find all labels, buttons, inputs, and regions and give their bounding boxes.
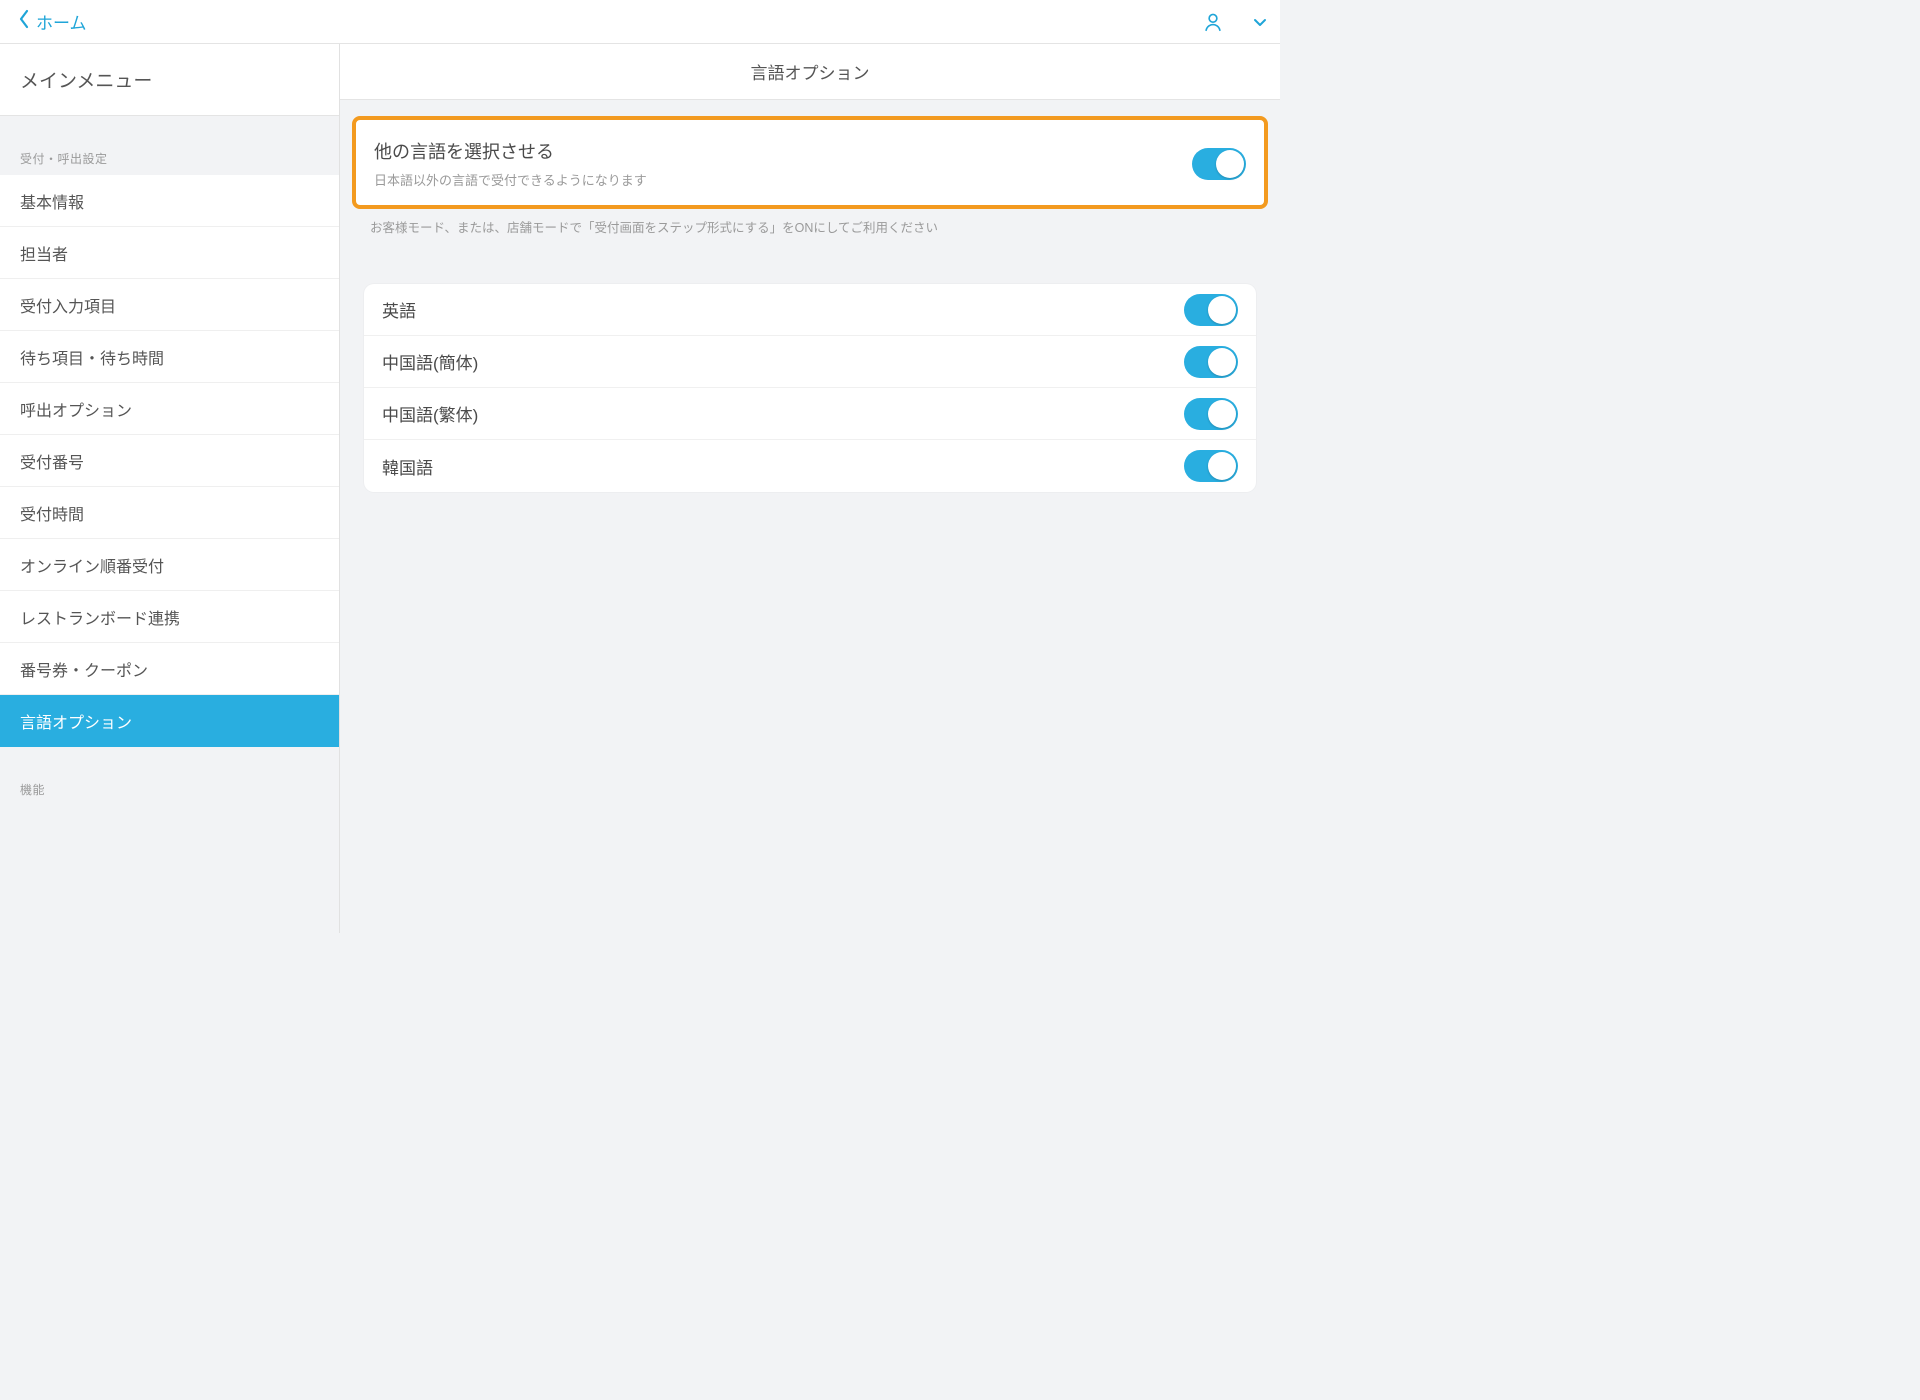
sidebar-item-staff[interactable]: 担当者 — [0, 227, 339, 279]
language-toggle-chinese-simplified[interactable] — [1184, 346, 1238, 378]
user-icon[interactable] — [1202, 11, 1224, 33]
setting-subtitle: 日本語以外の言語で受付できるようになります — [374, 170, 647, 189]
sidebar-item-reception-fields[interactable]: 受付入力項目 — [0, 279, 339, 331]
sidebar-item-label: 待ち項目・待ち時間 — [20, 345, 164, 369]
language-row-chinese-simplified: 中国語(簡体) — [364, 336, 1256, 388]
topbar-actions — [1202, 11, 1268, 33]
sidebar-item-restaurant-board[interactable]: レストランボード連携 — [0, 591, 339, 643]
back-button[interactable]: ホーム — [18, 9, 87, 34]
sidebar-item-label: レストランボード連携 — [20, 605, 180, 629]
sidebar-item-call-options[interactable]: 呼出オプション — [0, 383, 339, 435]
language-label: 中国語(簡体) — [382, 349, 478, 374]
sidebar-section-label: 受付・呼出設定 — [0, 116, 339, 175]
sidebar-item-label: 呼出オプション — [20, 397, 132, 421]
language-list: 英語 中国語(簡体) 中国語(繁体) 韓国語 — [364, 284, 1256, 492]
allow-other-language-toggle[interactable] — [1192, 148, 1246, 180]
sidebar-main-menu-label: メインメニュー — [20, 66, 152, 93]
content-title: 言語オプション — [340, 44, 1280, 100]
language-row-chinese-traditional: 中国語(繁体) — [364, 388, 1256, 440]
sidebar-item-language-options[interactable]: 言語オプション — [0, 695, 339, 747]
sidebar-item-reception-hours[interactable]: 受付時間 — [0, 487, 339, 539]
sidebar-item-reception-number[interactable]: 受付番号 — [0, 435, 339, 487]
sidebar-item-label: オンライン順番受付 — [20, 553, 164, 577]
language-label: 中国語(繁体) — [382, 401, 478, 426]
language-label: 英語 — [382, 297, 416, 322]
sidebar: メインメニュー 受付・呼出設定 基本情報 担当者 受付入力項目 待ち項目・待ち時… — [0, 44, 340, 933]
chevron-down-icon[interactable] — [1252, 14, 1268, 30]
content-title-label: 言語オプション — [751, 59, 870, 84]
topbar: ホーム — [0, 0, 1280, 44]
sidebar-item-label: 言語オプション — [20, 709, 132, 733]
sidebar-item-wait-items[interactable]: 待ち項目・待ち時間 — [0, 331, 339, 383]
allow-other-language-setting: 他の言語を選択させる 日本語以外の言語で受付できるようになります — [352, 116, 1268, 209]
sidebar-list: 基本情報 担当者 受付入力項目 待ち項目・待ち時間 呼出オプション 受付番号 受… — [0, 175, 339, 747]
setting-title: 他の言語を選択させる — [374, 138, 647, 164]
language-toggle-korean[interactable] — [1184, 450, 1238, 482]
sidebar-section-label-2: 機能 — [0, 747, 339, 806]
language-row-korean: 韓国語 — [364, 440, 1256, 492]
language-row-english: 英語 — [364, 284, 1256, 336]
sidebar-main-menu[interactable]: メインメニュー — [0, 44, 339, 116]
sidebar-item-label: 受付番号 — [20, 449, 84, 473]
sidebar-item-ticket-coupon[interactable]: 番号券・クーポン — [0, 643, 339, 695]
sidebar-item-label: 担当者 — [20, 241, 68, 265]
sidebar-item-label: 番号券・クーポン — [20, 657, 148, 681]
sidebar-item-online-queue[interactable]: オンライン順番受付 — [0, 539, 339, 591]
sidebar-item-label: 受付入力項目 — [20, 293, 116, 317]
sidebar-item-basic-info[interactable]: 基本情報 — [0, 175, 339, 227]
back-label: ホーム — [36, 9, 87, 34]
language-label: 韓国語 — [382, 454, 433, 479]
content: 言語オプション 他の言語を選択させる 日本語以外の言語で受付できるようになります… — [340, 44, 1280, 933]
helper-note: お客様モード、または、店舗モードで「受付画面をステップ形式にする」をONにしてご… — [370, 217, 1250, 236]
chevron-left-icon — [18, 9, 30, 34]
sidebar-item-label: 基本情報 — [20, 189, 84, 213]
language-toggle-chinese-traditional[interactable] — [1184, 398, 1238, 430]
language-toggle-english[interactable] — [1184, 294, 1238, 326]
sidebar-item-label: 受付時間 — [20, 501, 84, 525]
